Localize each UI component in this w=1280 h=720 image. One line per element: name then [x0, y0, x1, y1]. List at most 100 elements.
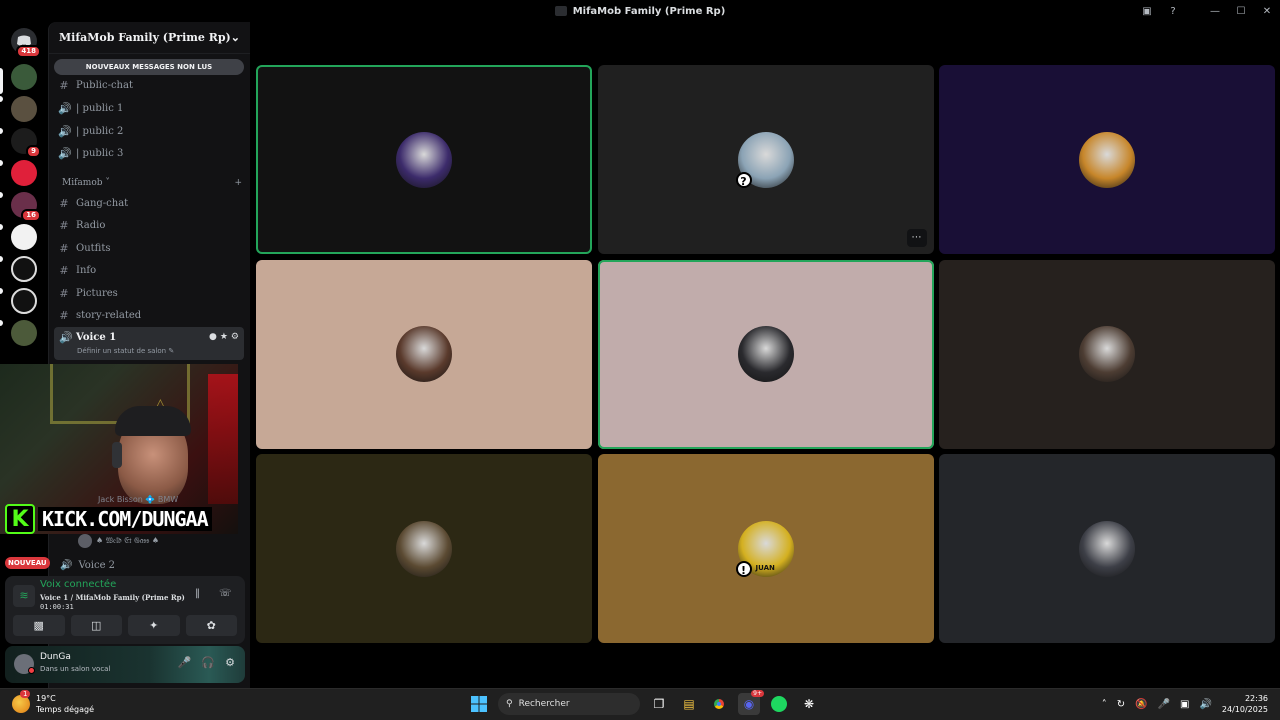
- hashtag-icon: #: [59, 241, 69, 255]
- status-badge: !: [735, 560, 752, 577]
- speaker-icon: 🔊: [58, 124, 72, 138]
- microphone-icon[interactable]: 🎤: [1158, 699, 1170, 710]
- voice-channel-voice-2[interactable]: 🔊 Voice 2: [60, 560, 115, 571]
- noise-suppression-icon[interactable]: ‖: [195, 588, 200, 599]
- add-channel-icon[interactable]: +: [234, 178, 242, 188]
- start-button[interactable]: [468, 693, 490, 715]
- speaker-icon: 🔊: [58, 101, 72, 115]
- channel-pictures[interactable]: # Pictures: [54, 283, 244, 303]
- windows-logo-icon: [471, 696, 487, 712]
- invite-icon[interactable]: ★: [220, 332, 228, 342]
- channel-gang-chat[interactable]: # Gang-chat: [54, 193, 244, 213]
- unread-messages-banner[interactable]: NOUVEAUX MESSAGES NON LUS: [54, 59, 244, 75]
- server-icon-9[interactable]: [11, 320, 37, 346]
- channel-public-1[interactable]: 🔊 | public 1: [54, 98, 244, 118]
- more-options-button[interactable]: ⋯: [906, 229, 927, 247]
- participant-tile[interactable]: ! JUAN: [597, 454, 934, 643]
- hashtag-icon: #: [59, 308, 69, 322]
- participant-tile[interactable]: [256, 454, 592, 643]
- voice-member[interactable]: ♠ 𝔚𝔢𝔩𝔡 𝔈𝔱 𝔊𝔞𝔰𝔰 ♠: [78, 534, 159, 548]
- taskbar-search[interactable]: ⚲ Rechercher: [498, 693, 640, 715]
- channel-public-3[interactable]: 🔊 | public 3: [54, 143, 244, 163]
- clock[interactable]: 22:36 24/10/2025: [1222, 693, 1268, 715]
- microphone-icon[interactable]: 🎤: [178, 656, 192, 669]
- file-explorer-icon[interactable]: ▤: [678, 693, 700, 715]
- spotify-icon[interactable]: [768, 693, 790, 715]
- discord-icon[interactable]: ◉ 9+: [738, 690, 764, 715]
- server-icon-8[interactable]: [11, 288, 37, 314]
- close-button[interactable]: ✕: [1254, 6, 1280, 17]
- channel-public-chat[interactable]: # Public-chat: [54, 75, 244, 95]
- direct-messages-button[interactable]: 418: [11, 28, 41, 58]
- signal-icon: ≋: [13, 585, 35, 607]
- guild-header[interactable]: MifaMob Family (Prime Rp) ⌄: [49, 22, 250, 54]
- hashtag-icon: #: [59, 196, 69, 210]
- hashtag-icon: #: [59, 218, 69, 232]
- voice-duration: 01:00:31: [40, 603, 74, 611]
- server-icon-mifamob[interactable]: [11, 64, 37, 90]
- server-icon-4[interactable]: [11, 160, 37, 186]
- participant-tile[interactable]: [597, 259, 934, 449]
- voice-stage-grid: ? ⋯! JUAN: [256, 65, 1275, 643]
- participant-tile[interactable]: [939, 65, 1275, 254]
- camera-off-button[interactable]: ▩: [13, 615, 65, 636]
- task-view-icon[interactable]: ❐: [648, 693, 670, 715]
- volume-icon[interactable]: 🔊: [1199, 699, 1211, 710]
- channel-info[interactable]: # Info: [54, 260, 244, 280]
- headphones-icon[interactable]: 🎧: [201, 656, 215, 669]
- notifications-off-icon[interactable]: 🔕: [1135, 699, 1147, 710]
- weather-description: Temps dégagé: [36, 705, 95, 714]
- participant-tile[interactable]: ? ⋯: [597, 65, 934, 254]
- screen-share-button[interactable]: ◫: [70, 615, 122, 636]
- speaker-icon: 🔊: [58, 146, 72, 160]
- app-icon[interactable]: ❋: [798, 693, 820, 715]
- mention-badge: 9: [26, 145, 41, 158]
- system-tray: ˄ ↻ 🔕 🎤 ▣ 🔊 22:36 24/10/2025: [1102, 693, 1268, 715]
- channel-public-2[interactable]: 🔊 | public 2: [54, 121, 244, 141]
- minimize-button[interactable]: —: [1202, 6, 1228, 17]
- inbox-icon[interactable]: ▣: [1134, 6, 1160, 17]
- help-icon[interactable]: ?: [1160, 6, 1186, 17]
- display-icon[interactable]: ▣: [1180, 699, 1189, 710]
- hashtag-icon: #: [59, 78, 69, 92]
- voice-status[interactable]: Voix connectée: [40, 579, 116, 590]
- speaker-icon: 🔊: [59, 331, 73, 344]
- chevron-up-icon[interactable]: ˄: [1102, 699, 1107, 710]
- username[interactable]: DunGa: [40, 652, 71, 662]
- participant-tile[interactable]: [939, 259, 1275, 449]
- mention-badge: 418: [16, 45, 41, 58]
- chat-bubble-icon[interactable]: ●: [209, 332, 217, 342]
- new-badge: NOUVEAU: [5, 557, 50, 569]
- channel-story-related[interactable]: # story-related: [54, 305, 244, 325]
- server-icon-7[interactable]: [11, 256, 37, 282]
- gear-icon[interactable]: ⚙: [231, 332, 239, 342]
- voice-channel-voice-1[interactable]: 🔊 Voice 1 Définir un statut de salon ✎ ●…: [54, 327, 244, 360]
- hashtag-icon: #: [59, 286, 69, 300]
- participant-tile[interactable]: [256, 259, 592, 449]
- voice-connection-panel: ≋ Voix connectée Voice 1 / MifaMob Famil…: [5, 576, 245, 644]
- gear-icon[interactable]: ⚙: [225, 656, 235, 669]
- maximize-button[interactable]: ☐: [1228, 6, 1254, 17]
- sync-icon[interactable]: ↻: [1117, 699, 1125, 710]
- chrome-icon[interactable]: [708, 693, 730, 715]
- channel-radio[interactable]: # Radio: [54, 215, 244, 235]
- disconnect-icon[interactable]: ☏: [219, 588, 232, 599]
- guild-name: MifaMob Family (Prime Rp): [59, 31, 231, 44]
- activities-button[interactable]: ✦: [128, 615, 180, 636]
- avatar-label: JUAN: [755, 563, 775, 572]
- category-mifamob[interactable]: Mifamob ˅ +: [62, 178, 242, 188]
- voice-channel-path[interactable]: Voice 1 / MifaMob Family (Prime Rp): [40, 593, 185, 602]
- kick-url: KICK.COM/DUNGAA: [38, 507, 212, 531]
- server-icon-5[interactable]: 16: [11, 192, 41, 222]
- status-dot: [28, 667, 35, 674]
- channel-outfits[interactable]: # Outfits: [54, 238, 244, 258]
- participant-tile[interactable]: [256, 65, 592, 254]
- server-icon-6[interactable]: [11, 224, 37, 250]
- chevron-down-icon: ⌄: [230, 31, 240, 44]
- soundboard-button[interactable]: ✿: [185, 615, 237, 636]
- participant-tile[interactable]: [939, 454, 1275, 643]
- channel-status[interactable]: Définir un statut de salon ✎: [77, 347, 174, 355]
- search-icon: ⚲: [506, 699, 513, 709]
- server-icon-2[interactable]: [11, 96, 37, 122]
- server-icon-3[interactable]: 9: [11, 128, 41, 158]
